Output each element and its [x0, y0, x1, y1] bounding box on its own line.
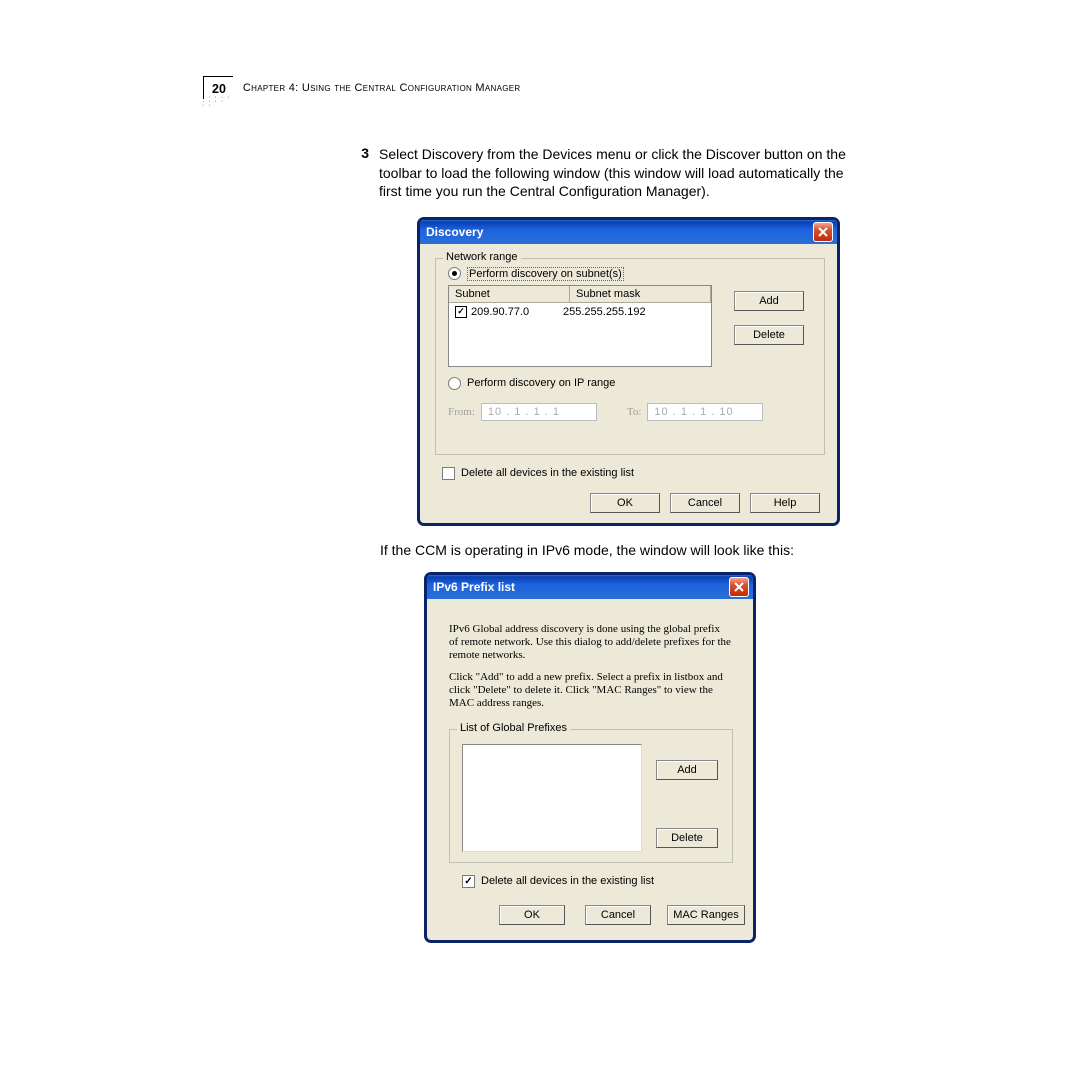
prefixes-group: List of Global Prefixes Add Delete [449, 729, 733, 863]
from-input[interactable]: 10 . 1 . 1 . 1 [481, 403, 597, 421]
ip-from-row: From: 10 . 1 . 1 . 1 To: 10 . 1 . 1 . 10 [448, 403, 763, 421]
delete-all-check[interactable]: Delete all devices in the existing list [442, 467, 634, 480]
close-icon[interactable] [813, 222, 833, 242]
group-label: Network range [443, 251, 521, 263]
add-button[interactable]: Add [734, 291, 804, 311]
checkbox-icon: ✓ [462, 875, 475, 888]
table-header: Subnet Subnet mask [449, 286, 711, 303]
ok-button[interactable]: OK [499, 905, 565, 925]
table-row[interactable]: ✓ 209.90.77.0 255.255.255.192 [449, 303, 711, 321]
mac-ranges-button[interactable]: MAC Ranges [667, 905, 745, 925]
discovery-dialog: Discovery Network range Perform discover… [417, 217, 840, 526]
help-button[interactable]: Help [750, 493, 820, 513]
ipv6-prefix-dialog: IPv6 Prefix list IPv6 Global address dis… [424, 572, 756, 943]
titlebar: IPv6 Prefix list [427, 575, 753, 599]
page-header: 20 Chapter 4: Using the Central Configur… [203, 76, 1080, 99]
close-icon[interactable] [729, 577, 749, 597]
radio-subnets[interactable]: Perform discovery on subnet(s) [448, 267, 624, 281]
cancel-button[interactable]: Cancel [670, 493, 740, 513]
info-para-1: IPv6 Global address discovery is done us… [449, 623, 731, 662]
chapter-title: Chapter 4: Using the Central Configurati… [243, 82, 521, 94]
step-text: Select Discovery from the Devices menu o… [379, 145, 857, 201]
step-3: 3 Select Discovery from the Devices menu… [355, 145, 857, 201]
check-icon[interactable]: ✓ [455, 306, 467, 318]
radio-off-icon [448, 377, 461, 390]
radio-on-icon [448, 267, 461, 280]
cancel-button[interactable]: Cancel [585, 905, 651, 925]
checkbox-icon [442, 467, 455, 480]
info-para-2: Click "Add" to add a new prefix. Select … [449, 671, 731, 710]
dialog-title: Discovery [426, 225, 483, 239]
col-subnet: Subnet [449, 286, 570, 302]
radio-ip-range[interactable]: Perform discovery on IP range [448, 377, 615, 390]
titlebar: Discovery [420, 220, 837, 244]
step-number: 3 [355, 145, 369, 201]
mid-text: If the CCM is operating in IPv6 mode, th… [380, 542, 858, 558]
decorative-dots: · · · · ·· · · ·· · [202, 96, 230, 108]
delete-button[interactable]: Delete [734, 325, 804, 345]
add-button[interactable]: Add [656, 760, 718, 780]
from-label: From: [448, 406, 475, 418]
network-range-group: Network range Perform discovery on subne… [435, 258, 825, 455]
to-label: To: [627, 406, 642, 418]
delete-button[interactable]: Delete [656, 828, 718, 848]
delete-all-check[interactable]: ✓ Delete all devices in the existing lis… [462, 875, 654, 888]
prefix-listbox[interactable] [462, 744, 642, 852]
col-mask: Subnet mask [570, 286, 711, 302]
subnet-table[interactable]: Subnet Subnet mask ✓ 209.90.77.0 255.255… [448, 285, 712, 367]
dialog-title: IPv6 Prefix list [433, 580, 515, 594]
to-input[interactable]: 10 . 1 . 1 . 10 [647, 403, 763, 421]
group-label: List of Global Prefixes [457, 722, 570, 734]
ok-button[interactable]: OK [590, 493, 660, 513]
